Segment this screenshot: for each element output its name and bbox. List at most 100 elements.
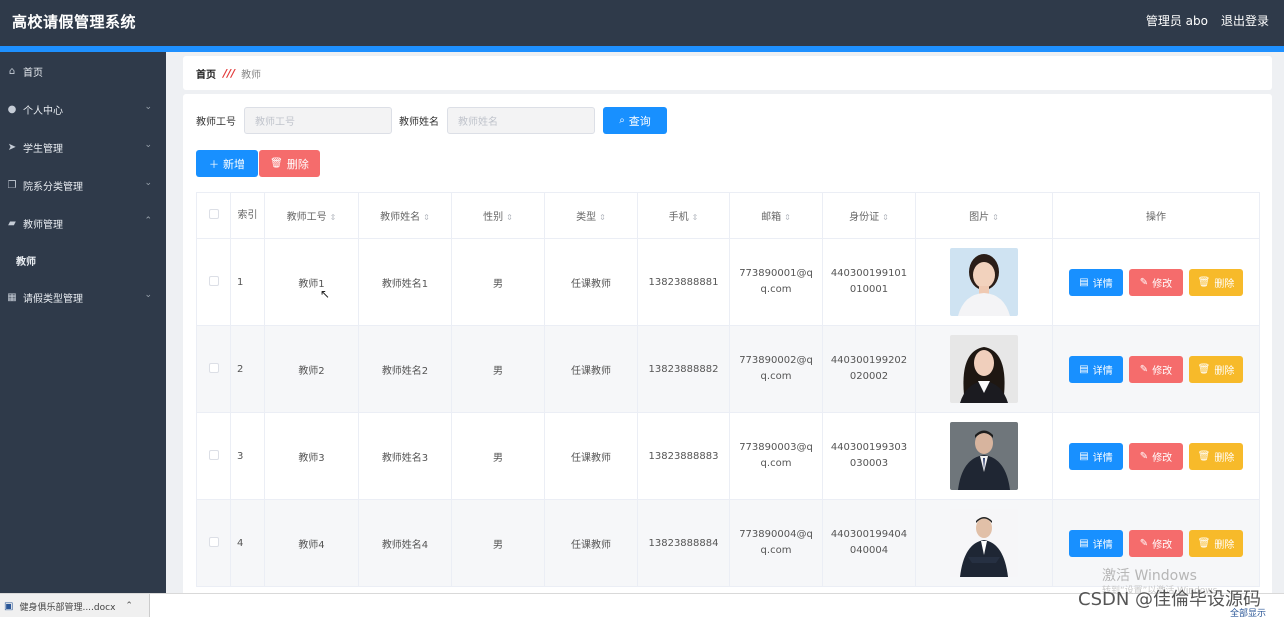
row-checkbox[interactable] xyxy=(208,536,219,547)
cell-teacher-no: 教师4 xyxy=(264,499,359,587)
top-header: 高校请假管理系统 管理员 abo 退出登录 xyxy=(0,0,1284,46)
sidebar-item-home[interactable]: ⌂ 首页 xyxy=(0,52,166,90)
detail-button[interactable]: ▤ 详情 xyxy=(1069,355,1123,383)
col-header-idcard[interactable]: 身份证 ⇕ xyxy=(822,192,916,239)
detail-button[interactable]: ▤ 详情 xyxy=(1069,442,1123,470)
detail-button[interactable]: ▤ 详情 xyxy=(1069,268,1123,296)
search-bar: 教师工号 教师工号 教师姓名 教师姓名 ⌕ 查询 xyxy=(196,107,667,134)
table-row: 2 教师2 教师姓名2 男任课教师 13823888882 773890002@qq.co… xyxy=(196,325,1260,413)
select-all-checkbox[interactable] xyxy=(208,209,219,219)
delete-label: 删除 xyxy=(1214,278,1235,290)
sort-icon[interactable]: ⇕ xyxy=(992,213,999,222)
row-checkbox[interactable] xyxy=(208,362,219,373)
sidebar-item-students[interactable]: ➤ 学生管理 ⌄ xyxy=(0,128,166,166)
sort-icon[interactable]: ⇕ xyxy=(784,213,791,222)
row-select-cell[interactable] xyxy=(196,238,231,326)
cell-type: 任课教师 xyxy=(544,499,638,587)
action-bar: ＋ 新增 🗑 删除 xyxy=(196,150,320,177)
col-header-no[interactable]: 教师工号 ⇕ xyxy=(264,192,359,239)
col-header-type[interactable]: 类型 ⇕ xyxy=(544,192,638,239)
teacher-photo[interactable] xyxy=(950,335,1018,403)
send-icon: ➤ xyxy=(7,141,17,153)
delete-button[interactable]: 🗑 删除 xyxy=(1189,268,1243,296)
teacher-name-input[interactable]: 教师姓名 xyxy=(447,107,595,134)
delete-button[interactable]: 🗑 删除 xyxy=(1189,442,1243,470)
teacher-photo[interactable] xyxy=(950,248,1018,316)
cell-type: 任课教师 xyxy=(544,238,638,326)
trash-icon: 🗑 xyxy=(270,158,283,169)
sort-icon[interactable]: ⇕ xyxy=(599,213,606,222)
teacher-photo[interactable] xyxy=(950,422,1018,490)
home-icon: ⌂ xyxy=(8,65,16,77)
chevron-up-icon[interactable]: ⌃ xyxy=(125,601,133,611)
cell-teacher-name: 教师姓名1 xyxy=(358,238,452,326)
document-icon: ▤ xyxy=(1079,450,1089,462)
col-header-ops: 操作 xyxy=(1052,192,1260,239)
cell-teacher-no: 教师1 xyxy=(264,238,359,326)
download-filename: 健身俱乐部管理....docx xyxy=(19,602,116,613)
sort-icon[interactable]: ⇕ xyxy=(506,213,513,222)
logout-link[interactable]: 退出登录 xyxy=(1221,12,1269,29)
pencil-icon: ✎ xyxy=(1139,537,1149,549)
col-header-label: 身份证 xyxy=(849,212,880,223)
sidebar-item-departments[interactable]: ❐ 院系分类管理 ⌄ xyxy=(0,166,166,204)
sort-icon[interactable]: ⇕ xyxy=(330,213,337,222)
query-label: 查询 xyxy=(628,114,651,128)
cell-index: 4 xyxy=(230,499,265,587)
teacher-table: 索引 教师工号 ⇕ 教师姓名 ⇕ 性别 ⇕ 类型 ⇕ 手机 ⇕ 邮箱 ⇕ 身份证 ⇕ 图片 ⇕ … xyxy=(196,192,1260,587)
table-header-row: 索引 教师工号 ⇕ 教师姓名 ⇕ 性别 ⇕ 类型 ⇕ 手机 ⇕ 邮箱 ⇕ 身份证 ⇕ 图片 ⇕ … xyxy=(196,192,1260,239)
select-all-cell[interactable] xyxy=(196,192,231,239)
row-select-cell[interactable] xyxy=(196,499,231,587)
sidebar-item-label: 学生管理 xyxy=(23,143,63,155)
edit-button[interactable]: ✎ 修改 xyxy=(1129,355,1183,383)
breadcrumb-home[interactable]: 首页 xyxy=(196,66,216,81)
sidebar-item-label: 请假类型管理 xyxy=(23,293,83,305)
teacher-photo[interactable] xyxy=(950,509,1018,577)
batch-delete-button[interactable]: 🗑 删除 xyxy=(259,150,320,177)
col-header-label: 邮箱 xyxy=(761,212,782,223)
detail-button[interactable]: ▤ 详情 xyxy=(1069,529,1123,557)
delete-button[interactable]: 🗑 删除 xyxy=(1189,529,1243,557)
breadcrumb-current: 教师 xyxy=(241,69,262,81)
row-select-cell[interactable] xyxy=(196,325,231,413)
chevron-down-icon: ⌄ xyxy=(144,140,152,150)
document-icon: ▤ xyxy=(1079,363,1089,375)
sort-icon[interactable]: ⇕ xyxy=(423,213,430,222)
download-item[interactable]: ▣ 健身俱乐部管理....docx ⌃ xyxy=(0,594,150,617)
teacher-no-label: 教师工号 xyxy=(196,117,236,128)
col-header-sex[interactable]: 性别 ⇕ xyxy=(451,192,545,239)
sidebar-subitem-teacher[interactable]: 教师 xyxy=(0,242,166,278)
col-header-label: 类型 xyxy=(576,212,597,223)
teacher-no-input[interactable]: 教师工号 xyxy=(244,107,392,134)
col-header-photo[interactable]: 图片 ⇕ xyxy=(915,192,1053,239)
sidebar-item-profile[interactable]: ● 个人中心 ⌄ xyxy=(0,90,166,128)
edit-button[interactable]: ✎ 修改 xyxy=(1129,268,1183,296)
query-button[interactable]: ⌕ 查询 xyxy=(603,107,667,134)
cell-teacher-name: 教师姓名2 xyxy=(358,325,452,413)
sidebar-item-leave-types[interactable]: ▦ 请假类型管理 ⌄ xyxy=(0,278,166,316)
delete-label: 删除 xyxy=(1214,539,1235,551)
sidebar-item-teachers[interactable]: ▰ 教师管理 ⌃ xyxy=(0,204,166,242)
col-header-name[interactable]: 教师姓名 ⇕ xyxy=(358,192,452,239)
edit-label: 修改 xyxy=(1152,278,1173,290)
edit-button[interactable]: ✎ 修改 xyxy=(1129,442,1183,470)
cell-type: 任课教师 xyxy=(544,325,638,413)
col-header-email[interactable]: 邮箱 ⇕ xyxy=(729,192,823,239)
delete-button[interactable]: 🗑 删除 xyxy=(1189,355,1243,383)
cell-index: 2 xyxy=(230,325,265,413)
row-checkbox[interactable] xyxy=(208,275,219,286)
col-header-phone[interactable]: 手机 ⇕ xyxy=(637,192,730,239)
sort-icon[interactable]: ⇕ xyxy=(692,213,699,222)
add-button[interactable]: ＋ 新增 xyxy=(196,150,258,177)
row-checkbox[interactable] xyxy=(208,449,219,460)
row-select-cell[interactable] xyxy=(196,412,231,500)
add-label: 新增 xyxy=(223,157,245,171)
sidebar-item-label: 院系分类管理 xyxy=(23,181,83,193)
trash-icon: 🗑 xyxy=(1197,363,1211,375)
sort-icon[interactable]: ⇕ xyxy=(882,213,889,222)
cell-photo xyxy=(915,412,1053,500)
cell-email: 773890002@qq.com xyxy=(729,325,823,413)
detail-label: 详情 xyxy=(1092,452,1113,464)
edit-button[interactable]: ✎ 修改 xyxy=(1129,529,1183,557)
cell-phone: 13823888884 xyxy=(637,499,730,587)
